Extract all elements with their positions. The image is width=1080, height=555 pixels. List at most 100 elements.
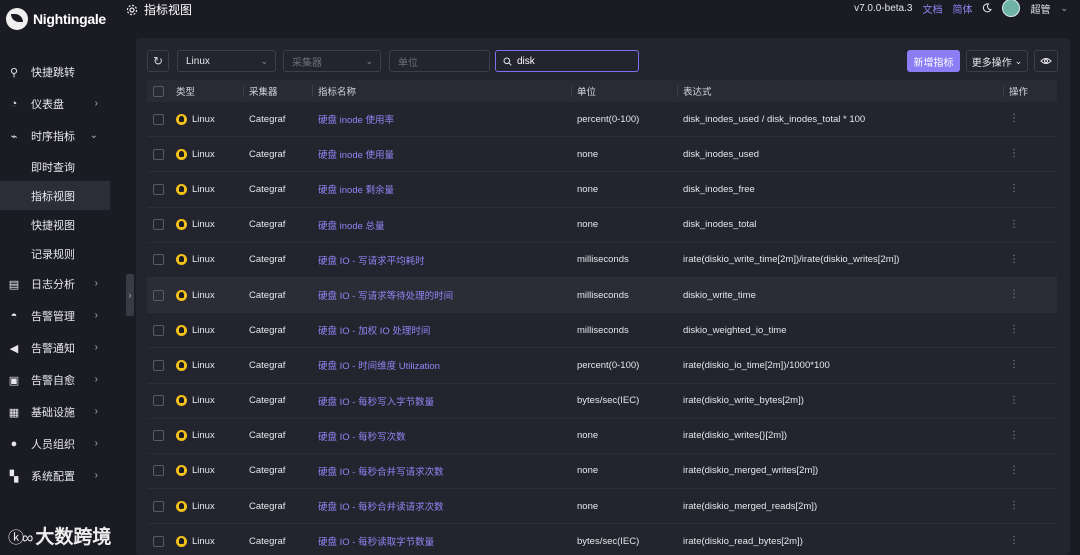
row-checkbox[interactable] bbox=[153, 454, 164, 488]
sidebar-item[interactable]: ◀ 告警通知 › bbox=[0, 332, 110, 364]
sidebar-item[interactable]: ▚ 系统配置 › bbox=[0, 460, 110, 492]
metric-name-link[interactable]: 硬盘 IO - 时间维度 Utilization bbox=[318, 348, 440, 382]
row-checkbox[interactable] bbox=[153, 137, 164, 171]
type-value: Linux bbox=[192, 324, 215, 336]
table-row[interactable]: Linux Categraf 硬盘 inode 剩余量 none disk_inodes… bbox=[147, 172, 1057, 208]
metric-name-link[interactable]: 硬盘 IO - 每秒读取字节数量 bbox=[318, 524, 434, 555]
username[interactable]: 超管 bbox=[1030, 1, 1050, 16]
column-visibility-button[interactable] bbox=[1034, 50, 1058, 72]
sidebar-subitem[interactable]: 即时查询 bbox=[0, 152, 110, 181]
unit-cell: percent(0-100) bbox=[577, 359, 640, 371]
nightingale-logo-icon bbox=[6, 8, 28, 30]
table-row[interactable]: Linux Categraf 硬盘 IO - 每秒写次数 none irate(disk… bbox=[147, 419, 1057, 454]
sidebar-item[interactable]: ◔ 仪表盘 › bbox=[0, 88, 110, 120]
metric-name-link[interactable]: 硬盘 IO - 每秒写入字节数量 bbox=[318, 384, 434, 418]
metric-name-link[interactable]: 硬盘 inode 使用率 bbox=[318, 102, 394, 136]
row-checkbox[interactable] bbox=[153, 489, 164, 523]
metric-name-link[interactable]: 硬盘 IO - 每秒合并写请求次数 bbox=[318, 454, 444, 488]
more-icon[interactable]: ⋮ bbox=[1009, 348, 1019, 382]
language-switch[interactable]: 简体 bbox=[952, 1, 972, 16]
row-checkbox[interactable] bbox=[153, 278, 164, 312]
more-icon[interactable]: ⋮ bbox=[1009, 313, 1019, 347]
more-icon[interactable]: ⋮ bbox=[1009, 208, 1019, 242]
collector-select[interactable]: 采集器 ⌄ bbox=[283, 50, 381, 72]
sidebar-subitem[interactable]: 指标视图 bbox=[0, 181, 110, 210]
row-checkbox[interactable] bbox=[153, 348, 164, 382]
chevron-down-icon[interactable]: ⌄ bbox=[1060, 3, 1068, 14]
table-row[interactable]: Linux Categraf 硬盘 inode 总量 none disk_inodes_… bbox=[147, 208, 1057, 243]
table-row[interactable]: Linux Categraf 硬盘 inode 使用量 none disk_inodes… bbox=[147, 137, 1057, 173]
more-icon[interactable]: ⋮ bbox=[1009, 454, 1019, 488]
unit-input[interactable]: 单位 bbox=[389, 50, 490, 72]
sidebar-item[interactable]: ▦ 基础设施 › bbox=[0, 396, 110, 428]
table-row[interactable]: Linux Categraf 硬盘 IO - 每秒写入字节数量 bytes/sec(I… bbox=[147, 384, 1057, 419]
server-icon: ▦ bbox=[8, 406, 20, 419]
type-select[interactable]: Linux ⌄ bbox=[177, 50, 276, 72]
more-icon[interactable]: ⋮ bbox=[1009, 243, 1019, 277]
table-row[interactable]: Linux Categraf 硬盘 IO - 每秒合并写请求次数 none irate(… bbox=[147, 454, 1057, 490]
more-icon[interactable]: ⋮ bbox=[1009, 278, 1019, 312]
sidebar-item-label: 系统配置 bbox=[31, 471, 75, 483]
sidebar-item[interactable]: ● 人员组织 › bbox=[0, 428, 110, 460]
table-row[interactable]: Linux Categraf 硬盘 IO - 写请求平均耗时 milliseconds… bbox=[147, 243, 1057, 278]
row-checkbox[interactable] bbox=[153, 419, 164, 453]
app-name: Nightingale bbox=[33, 11, 106, 27]
row-checkbox[interactable] bbox=[153, 313, 164, 347]
gear-icon bbox=[126, 4, 138, 15]
chevron-right-icon: › bbox=[94, 470, 98, 481]
more-icon[interactable]: ⋮ bbox=[1009, 524, 1019, 555]
table-row[interactable]: Linux Categraf 硬盘 IO - 时间维度 Utilization per… bbox=[147, 348, 1057, 384]
row-checkbox[interactable] bbox=[153, 384, 164, 418]
row-checkbox[interactable] bbox=[153, 243, 164, 277]
metric-name-link[interactable]: 硬盘 inode 使用量 bbox=[318, 137, 394, 171]
sidebar-item[interactable]: ⚲ 快捷跳转 bbox=[0, 56, 110, 88]
more-icon[interactable]: ⋮ bbox=[1009, 489, 1019, 523]
type-cell: Linux bbox=[176, 384, 215, 418]
app-logo[interactable]: Nightingale bbox=[6, 8, 106, 30]
unit-cell: milliseconds bbox=[577, 324, 629, 336]
sidebar-subitem[interactable]: 记录规则 bbox=[0, 239, 110, 268]
sidebar-item[interactable]: ▣ 告警自愈 › bbox=[0, 364, 110, 396]
table-row[interactable]: Linux Categraf 硬盘 IO - 每秒读取字节数量 bytes/sec(I… bbox=[147, 524, 1057, 555]
terminal-icon: ▣ bbox=[8, 374, 20, 387]
docs-link[interactable]: 文档 bbox=[922, 1, 942, 16]
refresh-icon: ↻ bbox=[152, 54, 164, 68]
sidebar-subitem[interactable]: 快捷视图 bbox=[0, 210, 110, 239]
table-row[interactable]: Linux Categraf 硬盘 inode 使用率 percent(0-100) d… bbox=[147, 102, 1057, 138]
avatar[interactable] bbox=[1002, 0, 1021, 17]
metric-name-link[interactable]: 硬盘 IO - 每秒写次数 bbox=[318, 419, 406, 453]
chart-icon: ⌁ bbox=[10, 130, 18, 143]
more-icon[interactable]: ⋮ bbox=[1009, 137, 1019, 171]
more-icon[interactable]: ⋮ bbox=[1009, 172, 1019, 206]
more-icon[interactable]: ⋮ bbox=[1009, 419, 1019, 453]
more-actions-button[interactable]: 更多操作 ⌄ bbox=[966, 50, 1028, 72]
add-metric-button[interactable]: 新增指标 bbox=[907, 50, 960, 72]
metric-name-link[interactable]: 硬盘 IO - 写请求等待处理的时间 bbox=[318, 278, 453, 312]
metric-name-link[interactable]: 硬盘 IO - 每秒合并读请求次数 bbox=[318, 489, 444, 523]
row-checkbox[interactable] bbox=[153, 208, 164, 242]
metric-name-link[interactable]: 硬盘 inode 剩余量 bbox=[318, 172, 394, 206]
linux-icon bbox=[176, 430, 187, 442]
sidebar-item[interactable]: ▤ 日志分析 › bbox=[0, 268, 110, 300]
metric-name-link[interactable]: 硬盘 IO - 加权 IO 处理时间 bbox=[318, 313, 430, 347]
row-checkbox[interactable] bbox=[153, 172, 164, 206]
sidebar-collapse-handle[interactable]: › bbox=[126, 274, 134, 316]
more-icon[interactable]: ⋮ bbox=[1009, 102, 1019, 136]
select-all-checkbox[interactable] bbox=[153, 80, 164, 102]
row-checkbox[interactable] bbox=[153, 524, 164, 555]
table-row[interactable]: Linux Categraf 硬盘 IO - 加权 IO 处理时间 milliseco… bbox=[147, 313, 1057, 349]
watermark-logo-icon: ⓚ∞ bbox=[8, 529, 33, 547]
metric-name-link[interactable]: 硬盘 inode 总量 bbox=[318, 208, 385, 242]
metric-name-link[interactable]: 硬盘 IO - 写请求平均耗时 bbox=[318, 243, 425, 277]
table-row[interactable]: Linux Categraf 硬盘 IO - 每秒合并读请求次数 none irate(… bbox=[147, 489, 1057, 525]
row-checkbox[interactable] bbox=[153, 102, 164, 136]
more-icon[interactable]: ⋮ bbox=[1009, 384, 1019, 418]
refresh-button[interactable]: ↻ bbox=[147, 50, 169, 72]
theme-toggle-icon[interactable] bbox=[982, 3, 993, 13]
linux-icon bbox=[176, 183, 187, 195]
table-row[interactable]: Linux Categraf 硬盘 IO - 写请求等待处理的时间 milliseco… bbox=[147, 277, 1057, 314]
sidebar-item[interactable]: ◓ 告警管理 › bbox=[0, 300, 110, 332]
search-input[interactable]: disk bbox=[495, 50, 639, 72]
linux-icon bbox=[176, 219, 187, 231]
sidebar-item[interactable]: ⌁ 时序指标 ⌄ bbox=[0, 120, 110, 152]
